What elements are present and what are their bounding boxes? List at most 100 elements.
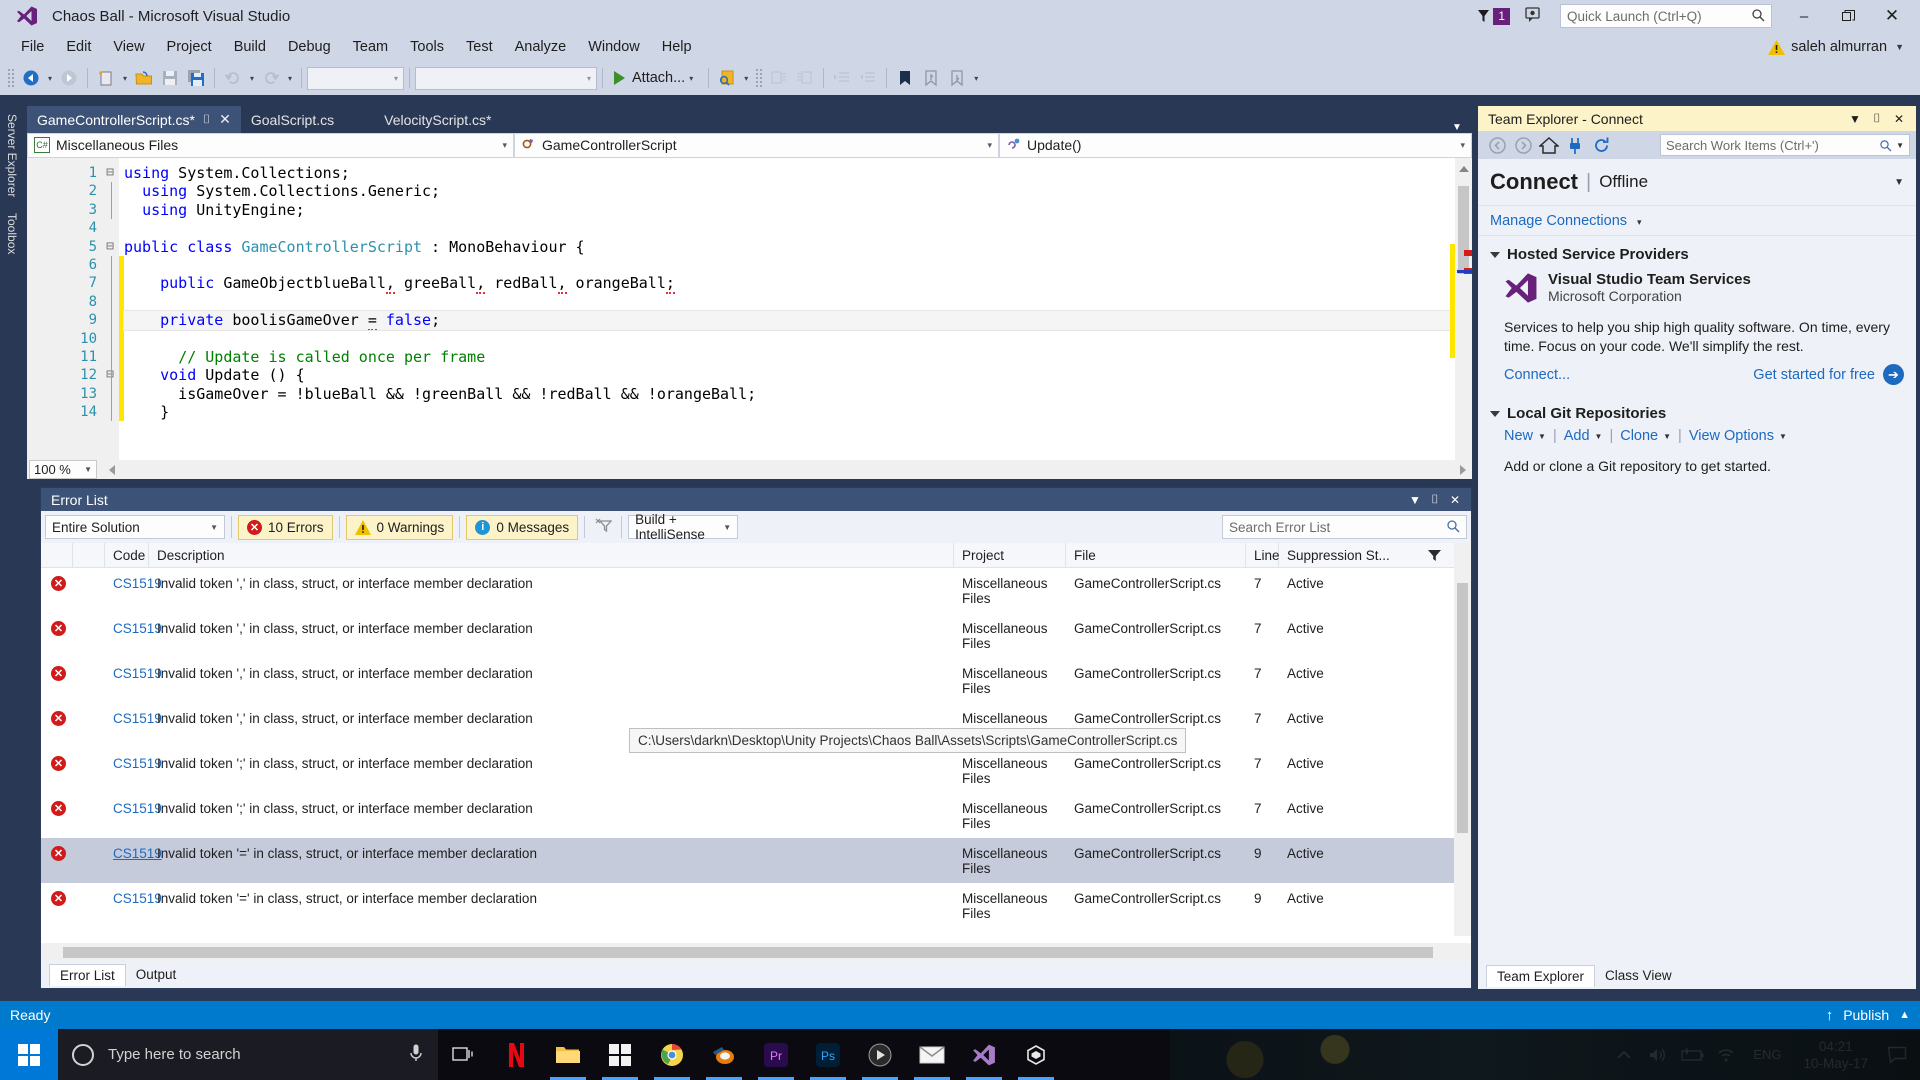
manage-connections-link[interactable]: Manage Connections — [1490, 213, 1627, 229]
maximize-button[interactable] — [1826, 0, 1870, 32]
save-all-icon[interactable] — [183, 65, 209, 91]
redo-dropdown[interactable]: ▾ — [284, 74, 296, 83]
navigate-backward-icon[interactable] — [18, 65, 44, 91]
menu-window[interactable]: Window — [577, 35, 651, 59]
tab-error-list[interactable]: Error List — [49, 963, 126, 986]
blender-icon[interactable] — [698, 1029, 750, 1080]
editor-tab-goalscript[interactable]: GoalScript.cs — [240, 106, 345, 133]
manage-connections-row[interactable]: Manage Connections ▾ — [1478, 205, 1916, 236]
error-grid-horizontal-scrollbar[interactable] — [41, 943, 1471, 961]
code-fold-toggle[interactable]: ⊟ — [101, 366, 119, 384]
menu-tools[interactable]: Tools — [399, 35, 455, 59]
feedback-smiley-icon[interactable] — [1524, 5, 1546, 27]
column-header-code[interactable]: Code — [105, 542, 149, 568]
code-line[interactable]: using System.Collections.Generic; — [124, 182, 1472, 200]
mail-icon[interactable] — [906, 1029, 958, 1080]
menu-analyze[interactable]: Analyze — [504, 35, 578, 59]
quick-launch-input[interactable]: Quick Launch (Ctrl+Q) — [1560, 4, 1772, 28]
get-started-link[interactable]: Get started for free — [1753, 367, 1875, 383]
table-row[interactable]: ✕ CS1519 Invalid token ';' in class, struc… — [41, 748, 1471, 793]
file-explorer-icon[interactable] — [542, 1029, 594, 1080]
undo-dropdown[interactable]: ▾ — [246, 74, 258, 83]
bookmark-icon[interactable] — [892, 65, 918, 91]
messages-filter-button[interactable]: i 0 Messages — [466, 514, 579, 540]
visual-studio-icon[interactable] — [958, 1029, 1010, 1080]
clear-filter-icon[interactable] — [591, 518, 615, 536]
code-line[interactable]: using UnityEngine; — [124, 201, 1472, 219]
solution-configuration-combo[interactable]: ▾ — [307, 66, 404, 90]
menu-build[interactable]: Build — [223, 35, 277, 59]
error-code-cell[interactable]: CS1519 — [105, 711, 162, 726]
sidebar-item-server-explorer[interactable]: Server Explorer — [0, 106, 24, 205]
save-icon[interactable] — [157, 65, 183, 91]
toolbar-overflow-icon[interactable]: ▾ — [970, 74, 982, 83]
column-header-file[interactable]: File — [1066, 542, 1246, 568]
table-row[interactable]: ✕ CS1519 Invalid token ';' in class, struc… — [41, 793, 1471, 838]
notifications-button[interactable]: 1 — [1476, 7, 1510, 25]
google-chrome-icon[interactable] — [646, 1029, 698, 1080]
toolbar-grip[interactable] — [755, 68, 764, 88]
chevron-down-icon[interactable]: ▾ — [1637, 217, 1642, 227]
scroll-right-arrow-icon[interactable] — [1460, 464, 1466, 475]
column-header-description[interactable]: Description — [149, 542, 954, 568]
column-header-project[interactable]: Project — [954, 542, 1066, 568]
errors-filter-button[interactable]: ✕ 10 Errors — [238, 514, 333, 540]
menu-view[interactable]: View — [102, 35, 155, 59]
error-code-cell[interactable]: CS1519 — [105, 666, 162, 681]
warnings-filter-button[interactable]: 0 Warnings — [345, 514, 454, 540]
table-row[interactable]: ✕ CS1519 Invalid token ',' in class, struc… — [41, 658, 1471, 703]
code-fold-toggle[interactable]: ⊟ — [101, 238, 119, 256]
code-line[interactable] — [124, 293, 1472, 311]
navigate-forward-icon[interactable] — [56, 65, 82, 91]
tab-output[interactable]: Output — [126, 964, 187, 986]
close-icon[interactable]: ✕ — [1445, 493, 1465, 507]
redo-icon[interactable] — [258, 65, 284, 91]
navbar-project-selector[interactable]: C# Miscellaneous Files ▾ — [27, 132, 514, 158]
arrow-right-circle-icon[interactable]: ➔ — [1883, 364, 1904, 385]
table-row[interactable]: ✕ CS1519 Invalid token ',' in class, struc… — [41, 613, 1471, 658]
forward-arrow-icon[interactable] — [1510, 132, 1536, 158]
code-fold-toggle[interactable]: ⊟ — [101, 164, 119, 182]
previous-bookmark-icon[interactable] — [918, 65, 944, 91]
pin-icon[interactable]: ⌷ — [1866, 111, 1888, 126]
code-line[interactable]: // Update is called once per frame — [124, 348, 1472, 366]
pin-icon[interactable]: ⌷ — [203, 112, 210, 127]
column-header-blank1[interactable] — [41, 542, 73, 568]
table-row[interactable]: ✕ CS1519 Invalid token '=' in class, struc… — [41, 883, 1471, 928]
scroll-left-arrow-icon[interactable] — [109, 464, 115, 475]
column-header-blank2[interactable] — [73, 542, 105, 568]
git-clone-button[interactable]: Clone ▼ — [1620, 428, 1671, 444]
next-bookmark-icon[interactable] — [944, 65, 970, 91]
code-line[interactable]: private boolisGameOver = false; — [123, 310, 1472, 332]
adobe-photoshop-icon[interactable]: Ps — [802, 1029, 854, 1080]
menu-debug[interactable]: Debug — [277, 35, 342, 59]
minimize-button[interactable]: – — [1782, 0, 1826, 32]
error-scope-combo[interactable]: Entire Solution ▼ — [45, 515, 225, 539]
code-line[interactable]: public class GameControllerScript : Mono… — [124, 238, 1472, 256]
error-grid-vertical-scrollbar[interactable] — [1454, 543, 1471, 936]
error-code-cell[interactable]: CS1519 — [105, 846, 162, 861]
adobe-premiere-icon[interactable]: Pr — [750, 1029, 802, 1080]
connect-link[interactable]: Connect... — [1504, 367, 1570, 383]
publish-label[interactable]: Publish — [1843, 1007, 1889, 1023]
get-started-group[interactable]: Get started for free ➔ — [1753, 364, 1904, 385]
hosted-service-providers-section[interactable]: Hosted Service Providers — [1478, 236, 1916, 265]
scrollbar-thumb[interactable] — [1457, 583, 1468, 833]
menu-file[interactable]: File — [10, 35, 55, 59]
window-dropdown-icon[interactable]: ▼ — [1405, 493, 1425, 507]
decrease-indent-icon[interactable] — [855, 65, 881, 91]
search-input[interactable]: Type here to search — [58, 1029, 438, 1080]
attach-button[interactable]: Attach... ▾ — [608, 70, 703, 86]
navbar-member-selector[interactable]: Update() ▾ — [999, 132, 1472, 158]
editor-horizontal-scrollbar[interactable]: 100 % ▼ — [27, 460, 1472, 479]
navbar-class-selector[interactable]: GameControllerScript ▾ — [514, 132, 999, 158]
error-code-cell[interactable]: CS1519 — [105, 891, 162, 906]
table-row[interactable]: ✕ CS1519 Invalid token ',' in class, struc… — [41, 568, 1471, 613]
error-code-cell[interactable]: CS1519 — [105, 756, 162, 771]
chevron-down-icon[interactable]: ▼ — [1894, 177, 1904, 188]
build-filter-combo[interactable]: Build + IntelliSense ▼ — [628, 512, 739, 542]
windows-start-icon[interactable] — [0, 1029, 58, 1080]
code-line[interactable]: isGameOver = !blueBall && !greenBall && … — [124, 385, 1472, 403]
close-icon[interactable]: ✕ — [1888, 112, 1910, 126]
toolbar-grip[interactable] — [7, 68, 15, 88]
